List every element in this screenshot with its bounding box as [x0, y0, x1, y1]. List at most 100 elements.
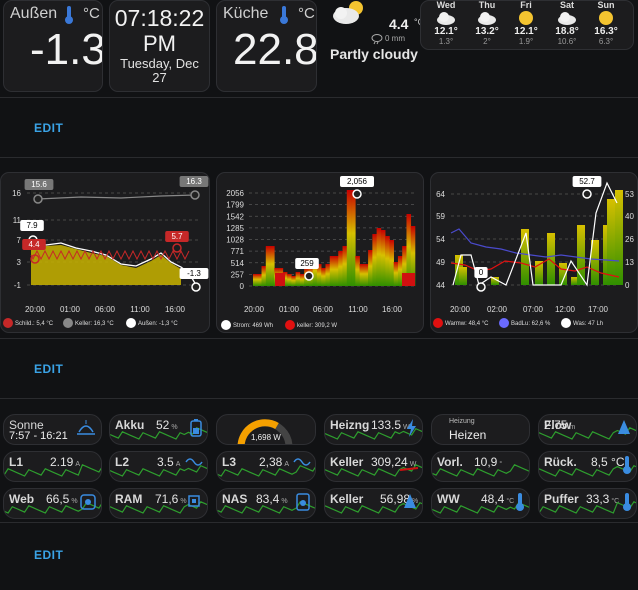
- power-bar: [257, 274, 262, 286]
- y-tick-label: 2056: [226, 189, 244, 198]
- badge-flow-min: 0: [479, 268, 484, 277]
- badge-shield-min: 4.4: [28, 240, 40, 249]
- sensor-tile[interactable]: Keller 309,24 W: [324, 451, 423, 482]
- drop-icon: [402, 492, 418, 517]
- forecast-day-label: Fri: [520, 0, 532, 10]
- power-bar: [321, 268, 326, 286]
- sensor-tile[interactable]: Rück. 8,5 °C: [538, 451, 637, 482]
- sun-times-value: 7:57 - 16:21: [9, 430, 68, 442]
- edit-button[interactable]: EDIT: [34, 362, 63, 376]
- water-chart-card[interactable]: 64 59 54 49 44 53 40 26 13 0 52.7 0 20:00 02:00 07:00 1…: [430, 172, 638, 333]
- power-bar: [270, 246, 275, 286]
- thermo-icon: [515, 492, 525, 517]
- sensor-tile[interactable]: Akku 52%: [109, 414, 208, 445]
- water-bar: [615, 190, 623, 285]
- area-series: [31, 243, 181, 285]
- power-bar: [261, 266, 267, 286]
- temperature-chart: 161173-115.6 16.37.94.45.7-1.320:00 01:00 0…: [3, 176, 209, 328]
- power-bar: [325, 264, 331, 286]
- legend-dot: [63, 318, 73, 328]
- heating-mode-select[interactable]: Heizung Heizen: [431, 414, 530, 445]
- forecast-high: 12.1°: [514, 26, 538, 37]
- forecast-low: 6.3°: [598, 37, 614, 46]
- sunny-icon: [588, 10, 624, 26]
- sensor-tile[interactable]: L2 3.5 A: [109, 451, 208, 482]
- clock-time: 07:18:22: [114, 5, 205, 31]
- sensor-tile[interactable]: Flow 2.75 m: [538, 414, 637, 445]
- legend-label: BadLu: 62,6 %: [511, 321, 551, 327]
- cloudy-icon: [428, 10, 464, 26]
- power-chart-card[interactable]: 2056 1799 1542 1285 1028 771 514 257 0 2,056 259 20…: [216, 172, 424, 333]
- legend-dot: [499, 318, 509, 328]
- sensor-tile[interactable]: Web 66,5%: [3, 488, 102, 519]
- x-tick-label: 02:00: [487, 305, 508, 314]
- sensor-tile[interactable]: Vorl. 10,9 °: [431, 451, 530, 482]
- forecast-day: Fri 12.1° 1.9°: [508, 0, 544, 46]
- badge-keller-max: 16.3: [186, 177, 202, 186]
- sun-times-tile[interactable]: Sonne 7:57 - 16:21: [3, 414, 102, 445]
- chip-icon: [185, 492, 203, 515]
- power-bar: [295, 272, 301, 286]
- y-tick-left-label: 64: [436, 190, 445, 199]
- power-gauge-tile[interactable]: 1,698 W: [216, 414, 316, 445]
- outdoor-label: Außen: [10, 5, 58, 22]
- thermo-icon: [622, 492, 632, 517]
- legend-label: keller: 309,2 W: [297, 323, 337, 329]
- y-tick-left-label: 59: [436, 212, 445, 221]
- y-tick-left-label: 49: [436, 258, 445, 267]
- temperature-chart-card[interactable]: 16 11 7 3 -1 15.6 16.3 7.9 4.4 5.7 -1.3 20:00 01:00 0…: [0, 172, 210, 333]
- forecast-low: 2°: [483, 37, 491, 46]
- forecast-day-label: Wed: [436, 0, 456, 10]
- y-tick-label: 1028: [226, 236, 244, 245]
- partly-cloudy-icon: [330, 0, 370, 31]
- edit-button[interactable]: EDIT: [34, 121, 63, 135]
- sensor-tile[interactable]: NAS 83,4%: [216, 488, 316, 519]
- forecast-day: Sun 16.3° 6.3°: [588, 0, 624, 46]
- x-tick-label: 16:00: [165, 305, 186, 314]
- sensor-tile[interactable]: L1 2.19 A: [3, 451, 102, 482]
- sensor-tile[interactable]: WW 48,4 °C: [431, 488, 530, 519]
- legend-dot: [285, 320, 295, 330]
- edit-button[interactable]: EDIT: [34, 548, 63, 562]
- power-bar: [393, 262, 399, 286]
- meter-icon: [79, 492, 97, 517]
- clock-date: Tuesday, Dec: [120, 56, 199, 71]
- legend-label: Strom: 469 Wh: [233, 323, 273, 329]
- sensor-tile[interactable]: Puffer 33,3 °C: [538, 488, 637, 519]
- badge-power-min: 259: [300, 259, 314, 268]
- kitchen-temp-card[interactable]: Küche °C 22.8: [216, 0, 317, 92]
- power-bar: [338, 251, 343, 286]
- weather-card[interactable]: 4.4 °C 0 mm Partly cloudy Wed12.1°1.3°Th…: [326, 0, 638, 92]
- clock-ampm: PM: [143, 31, 176, 56]
- y-tick-label: 1799: [226, 201, 244, 210]
- power-bar: [372, 234, 377, 286]
- y-tick-right-label: 0: [625, 281, 630, 290]
- forecast-day: Wed 12.1° 1.3°: [428, 0, 464, 46]
- outdoor-value: -1.3: [30, 25, 103, 74]
- sun-icon: [75, 418, 97, 441]
- x-tick-label: 20:00: [244, 305, 265, 314]
- x-tick-label: 07:00: [523, 305, 544, 314]
- forecast-day-label: Sat: [559, 0, 574, 10]
- y-tick-label: 0: [240, 282, 245, 291]
- power-bar: [329, 256, 335, 286]
- sensor-tile[interactable]: Keller 56,98%: [324, 488, 423, 519]
- power-bar: [363, 264, 369, 286]
- outdoor-unit: °C: [83, 5, 100, 22]
- y-tick-label: 771: [231, 247, 245, 256]
- weather-condition: Partly cloudy: [330, 46, 418, 62]
- power-bar: [265, 246, 271, 286]
- badge-flow-max: 52.7: [579, 177, 595, 186]
- sensor-tile[interactable]: L3 2,38 A: [216, 451, 316, 482]
- sensor-tile[interactable]: Heizng 133.5 W: [324, 414, 423, 445]
- outdoor-temp-card[interactable]: Außen °C -1.3: [3, 0, 103, 92]
- legend-label: Keller: 16,3 °C: [75, 321, 114, 327]
- sunny-icon: [508, 10, 544, 26]
- sensor-tile[interactable]: RAM 71,6%: [109, 488, 208, 519]
- y-tick-right-label: 53: [625, 190, 634, 199]
- y-tick-label: 3: [17, 258, 22, 267]
- cellar-bar: [275, 273, 285, 286]
- clock-card: 07:18:22 PM Tuesday, Dec 27: [109, 0, 210, 92]
- badge-keller-min: 15.6: [31, 180, 47, 189]
- y-tick-label: 1542: [226, 212, 244, 221]
